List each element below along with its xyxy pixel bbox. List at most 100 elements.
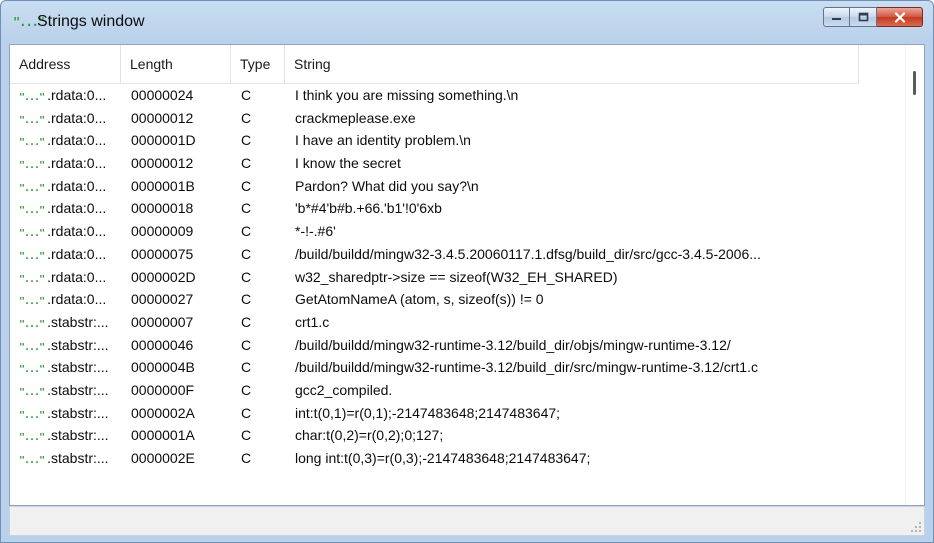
- type-cell: C: [241, 87, 252, 103]
- column-header-string[interactable]: String: [285, 45, 859, 83]
- table-row[interactable]: "..." .stabstr:... 0000002E Clong int:t(0,3…: [10, 447, 906, 470]
- string-cell: *-!-.#6': [295, 223, 336, 240]
- column-header-type[interactable]: Type: [231, 45, 285, 83]
- table-row[interactable]: "..." .stabstr:... 0000000F Cgcc2_compiled.: [10, 379, 906, 402]
- string-literal-icon: "...": [19, 250, 45, 262]
- table-row[interactable]: "..." .rdata:0... 00000027 C GetAtomNameA (a…: [10, 288, 906, 311]
- address-value: .stabstr:...: [47, 336, 109, 353]
- address-cell: "..." .rdata:0...: [19, 223, 119, 239]
- string-literal-icon: "...": [19, 205, 45, 217]
- length-cell: 00000024: [131, 87, 194, 103]
- address-cell: "..." .rdata:0...: [19, 291, 119, 307]
- length-cell: 00000075: [131, 245, 194, 262]
- table-row[interactable]: "..." .rdata:0... 00000018 C 'b*#4'b#b.+66.'…: [10, 197, 906, 220]
- table-row[interactable]: "..." .rdata:0... 0000002D Cw32_sharedptr->…: [10, 266, 906, 289]
- address-cell: "..." .rdata:0...: [19, 87, 119, 103]
- length-cell: 0000000F: [131, 381, 195, 398]
- table-row[interactable]: "..." .rdata:0... 00000075 C/build/buildd/m…: [10, 243, 906, 266]
- string-literal-icon: "...": [19, 409, 45, 421]
- string-literal-icon: "...": [19, 455, 45, 466]
- length-cell: 0000002D: [131, 268, 196, 285]
- string-cell: w32_sharedptr->size == sizeof(W32_EH_SHA…: [295, 268, 618, 285]
- list-rows: "..." .rdata:0... 00000024 C I think you are…: [10, 84, 906, 470]
- length-cell: 00000046: [131, 336, 194, 353]
- string-cell: Pardon? What did you say?\n: [295, 177, 479, 194]
- scrollbar-thumb[interactable]: [913, 71, 916, 95]
- list-header: Address Length Type String: [10, 45, 859, 84]
- type-cell: C: [241, 313, 252, 330]
- length-cell: 0000002E: [131, 450, 195, 466]
- table-row[interactable]: "..." .rdata:0... 00000012 Ccrackmeplease.e…: [10, 107, 906, 130]
- string-cell: crackmeplease.exe: [295, 109, 416, 126]
- address-value: .rdata:0...: [47, 87, 107, 103]
- table-row[interactable]: "..." .stabstr:... 00000046 C/build/buildd/…: [10, 334, 906, 357]
- address-value: .rdata:0...: [47, 245, 107, 262]
- table-row[interactable]: "..." .stabstr:... 0000004B C/build/buildd/…: [10, 356, 906, 379]
- type-cell: C: [241, 268, 252, 285]
- type-cell: C: [241, 132, 252, 149]
- string-cell: char:t(0,2)=r(0,2);0;127;: [295, 427, 444, 444]
- table-row[interactable]: "..." .stabstr:... 0000002A Cint:t(0,1)=r(0…: [10, 402, 906, 425]
- string-literal-icon: "...": [19, 273, 45, 285]
- table-row[interactable]: "..." .rdata:0... 00000024 C I think you are…: [10, 84, 906, 107]
- title-bar[interactable]: "..." Strings window: [1, 1, 933, 44]
- type-cell: C: [241, 427, 252, 444]
- resize-grip-icon[interactable]: [911, 522, 921, 532]
- address-cell: "..." .rdata:0...: [19, 155, 119, 171]
- address-cell: "..." .rdata:0...: [19, 132, 119, 148]
- length-cell: 00000018: [131, 200, 194, 217]
- column-header-length[interactable]: Length: [121, 45, 231, 83]
- string-cell: gcc2_compiled.: [295, 381, 393, 398]
- address-cell: "..." .stabstr:...: [19, 314, 119, 330]
- type-cell: C: [241, 450, 252, 466]
- strings-list[interactable]: Address Length Type String "..." .rdata:0…: [9, 44, 925, 506]
- address-cell: "..." .rdata:0...: [19, 200, 119, 216]
- string-cell: int:t(0,1)=r(0,1);-2147483648;2147483647…: [295, 404, 561, 421]
- address-value: .rdata:0...: [47, 132, 107, 149]
- string-literal-icon: "...": [19, 160, 45, 172]
- string-literal-icon: "...": [19, 137, 45, 149]
- type-cell: C: [241, 223, 252, 240]
- address-cell: "..." .stabstr:...: [19, 359, 119, 375]
- minimize-button[interactable]: [823, 7, 850, 27]
- length-cell: 0000004B: [131, 359, 195, 376]
- close-button[interactable]: [877, 7, 923, 27]
- address-value: .rdata:0...: [47, 268, 107, 285]
- type-cell: C: [241, 381, 252, 398]
- maximize-button[interactable]: [850, 7, 877, 27]
- address-value: .stabstr:...: [47, 381, 109, 398]
- string-literal-icon: "...": [19, 114, 45, 126]
- strings-window: "..." Strings window Address Length Type…: [0, 0, 934, 543]
- table-row[interactable]: "..." .rdata:0... 00000012 C I know the secr…: [10, 152, 906, 175]
- table-row[interactable]: "..." .rdata:0... 0000001D C I have an ident…: [10, 129, 906, 152]
- window-title: Strings window: [37, 13, 145, 30]
- address-value: .stabstr:...: [47, 427, 109, 444]
- length-cell: 0000001A: [131, 427, 195, 444]
- address-value: .rdata:0...: [47, 155, 107, 172]
- length-cell: 00000027: [131, 291, 194, 308]
- string-cell: 'b*#4'b#b.+66.'b1'!0'6xb: [295, 200, 442, 217]
- type-cell: C: [241, 291, 252, 308]
- string-literal-icon: "...": [19, 341, 45, 353]
- string-cell: I know the secret: [295, 155, 401, 172]
- table-row[interactable]: "..." .rdata:0... 00000009 C *-!-.#6': [10, 220, 906, 243]
- address-value: .rdata:0...: [47, 109, 107, 126]
- table-row[interactable]: "..." .rdata:0... 0000001B C Pardon? What di…: [10, 175, 906, 198]
- address-cell: "..." .stabstr:...: [19, 405, 119, 421]
- status-bar: [9, 506, 925, 536]
- address-value: .rdata:0...: [47, 200, 107, 217]
- string-literal-icon: "...": [19, 364, 45, 376]
- address-cell: "..." .rdata:0...: [19, 178, 119, 194]
- string-literal-icon: "...": [19, 432, 45, 444]
- table-row[interactable]: "..." .stabstr:... 0000001A Cchar:t(0,2)=r(…: [10, 424, 906, 447]
- length-cell: 0000001B: [131, 177, 195, 194]
- string-cell: /build/buildd/mingw32-3.4.5.20060117.1.d…: [295, 245, 761, 262]
- length-cell: 00000012: [131, 109, 194, 126]
- vertical-scrollbar[interactable]: [905, 45, 924, 505]
- address-value: .stabstr:...: [47, 359, 109, 376]
- length-cell: 0000002A: [131, 404, 195, 421]
- column-header-address[interactable]: Address: [10, 45, 121, 83]
- string-cell: crt1.c: [295, 313, 330, 330]
- table-row[interactable]: "..." .stabstr:... 00000007 Ccrt1.c: [10, 311, 906, 334]
- string-cell: I have an identity problem.\n: [295, 132, 471, 149]
